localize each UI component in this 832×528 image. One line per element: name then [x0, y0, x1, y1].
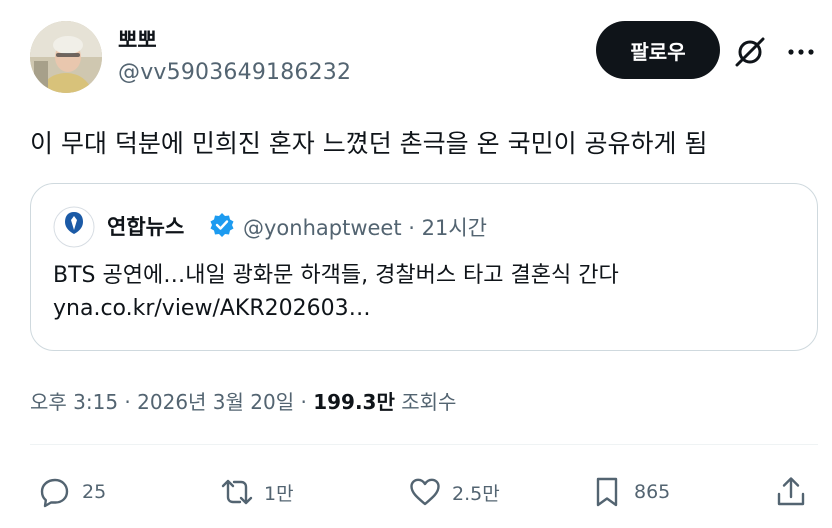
- tweet-timestamp-views: 오후 3:15 · 2026년 3월 20일 · 199.3만 조회수: [30, 386, 456, 415]
- grok-icon[interactable]: [732, 34, 768, 70]
- repost-icon: [221, 479, 253, 505]
- more-options-icon[interactable]: [785, 36, 817, 68]
- bookmark-icon: [596, 477, 618, 507]
- author-display-name[interactable]: 뽀뽀: [118, 24, 157, 54]
- reply-count: 25: [82, 481, 107, 503]
- bookmark-count: 865: [634, 481, 671, 503]
- tweet-text: 이 무대 덕분에 민희진 혼자 느꼈던 촌극을 온 국민이 공유하게 됨: [30, 129, 708, 158]
- reply-button[interactable]: 25: [38, 474, 106, 510]
- quote-link[interactable]: yna.co.kr/view/AKR202603…: [53, 296, 371, 321]
- like-button[interactable]: 2.5만: [408, 474, 500, 510]
- share-button[interactable]: [774, 474, 808, 510]
- divider: [30, 444, 818, 445]
- quote-text: BTS 공연에…내일 광화문 하객들, 경찰버스 타고 결혼식 간다: [53, 263, 619, 288]
- author-avatar[interactable]: [30, 21, 102, 93]
- quoted-tweet-card[interactable]: 연합뉴스 @yonhaptweet · 21시간 BTS 공연에…내일 광화문 …: [30, 183, 818, 351]
- share-icon: [777, 477, 805, 506]
- quote-avatar-logo: [53, 206, 95, 248]
- verified-badge-icon: [209, 212, 235, 238]
- view-count-label: 조회수: [394, 390, 457, 414]
- avatar-image: [30, 21, 102, 93]
- repost-button[interactable]: 1만: [220, 474, 294, 510]
- bookmark-button[interactable]: 865: [590, 474, 670, 510]
- quote-author-name: 연합뉴스: [107, 215, 185, 239]
- repost-count: 1만: [264, 482, 294, 505]
- like-count: 2.5만: [452, 482, 500, 505]
- reply-icon: [40, 478, 69, 508]
- heart-icon: [410, 478, 440, 506]
- quote-handle-time: @yonhaptweet · 21시간: [243, 216, 487, 240]
- view-count: 199.3만: [313, 390, 395, 414]
- follow-button[interactable]: 팔로우: [596, 21, 720, 79]
- author-handle[interactable]: @vv5903649186232: [118, 60, 351, 85]
- tweet-timestamp[interactable]: 오후 3:15 · 2026년 3월 20일 ·: [30, 390, 313, 414]
